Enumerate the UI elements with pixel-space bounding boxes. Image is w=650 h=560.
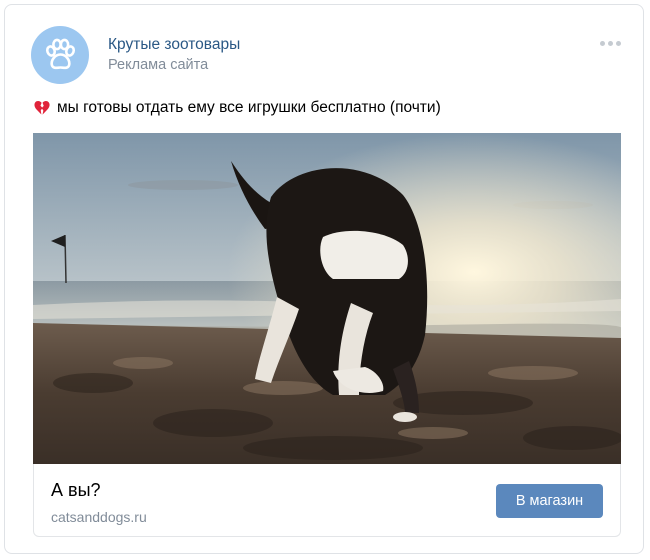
link-attachment[interactable]: А вы? catsanddogs.ru В магазин [33,464,621,537]
ad-subtitle: Реклама сайта [108,57,209,73]
attachment-title: А вы? [51,480,101,500]
avatar[interactable] [31,26,89,84]
ad-post-card: Крутые зоотовары Реклама сайта мы готовы… [4,4,644,554]
author-name[interactable]: Крутые зоотовары [108,36,240,54]
more-options-icon[interactable] [600,41,621,46]
puppy-beach-image [33,133,621,464]
post-text: мы готовы отдать ему все игрушки бесплат… [33,99,441,117]
paw-icon [45,38,76,70]
broken-heart-icon [34,100,50,115]
video-preview[interactable] [33,133,621,464]
attachment-domain[interactable]: catsanddogs.ru [51,509,147,525]
post-message: мы готовы отдать ему все игрушки бесплат… [57,99,441,116]
shop-button[interactable]: В магазин [496,484,603,518]
